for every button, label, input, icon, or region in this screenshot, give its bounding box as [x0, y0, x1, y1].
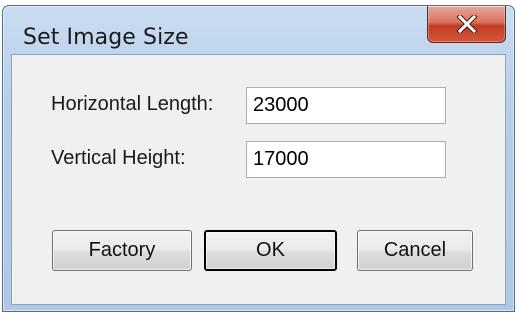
vertical-height-label: Vertical Height:	[51, 147, 186, 169]
window-title: Set Image Size	[23, 25, 189, 50]
close-button[interactable]	[427, 6, 506, 43]
dialog-window: Set Image Size Horizontal Length: Vertic…	[2, 5, 515, 312]
horizontal-length-input[interactable]	[246, 87, 446, 124]
cancel-button[interactable]: Cancel	[357, 230, 473, 271]
horizontal-length-label: Horizontal Length:	[51, 93, 214, 115]
close-icon	[455, 15, 478, 33]
title-bar[interactable]: Set Image Size	[3, 6, 514, 54]
vertical-height-input[interactable]	[246, 141, 446, 178]
dialog-content: Horizontal Length: Vertical Height: Fact…	[11, 54, 506, 305]
factory-button[interactable]: Factory	[52, 230, 192, 271]
ok-button[interactable]: OK	[204, 230, 337, 271]
